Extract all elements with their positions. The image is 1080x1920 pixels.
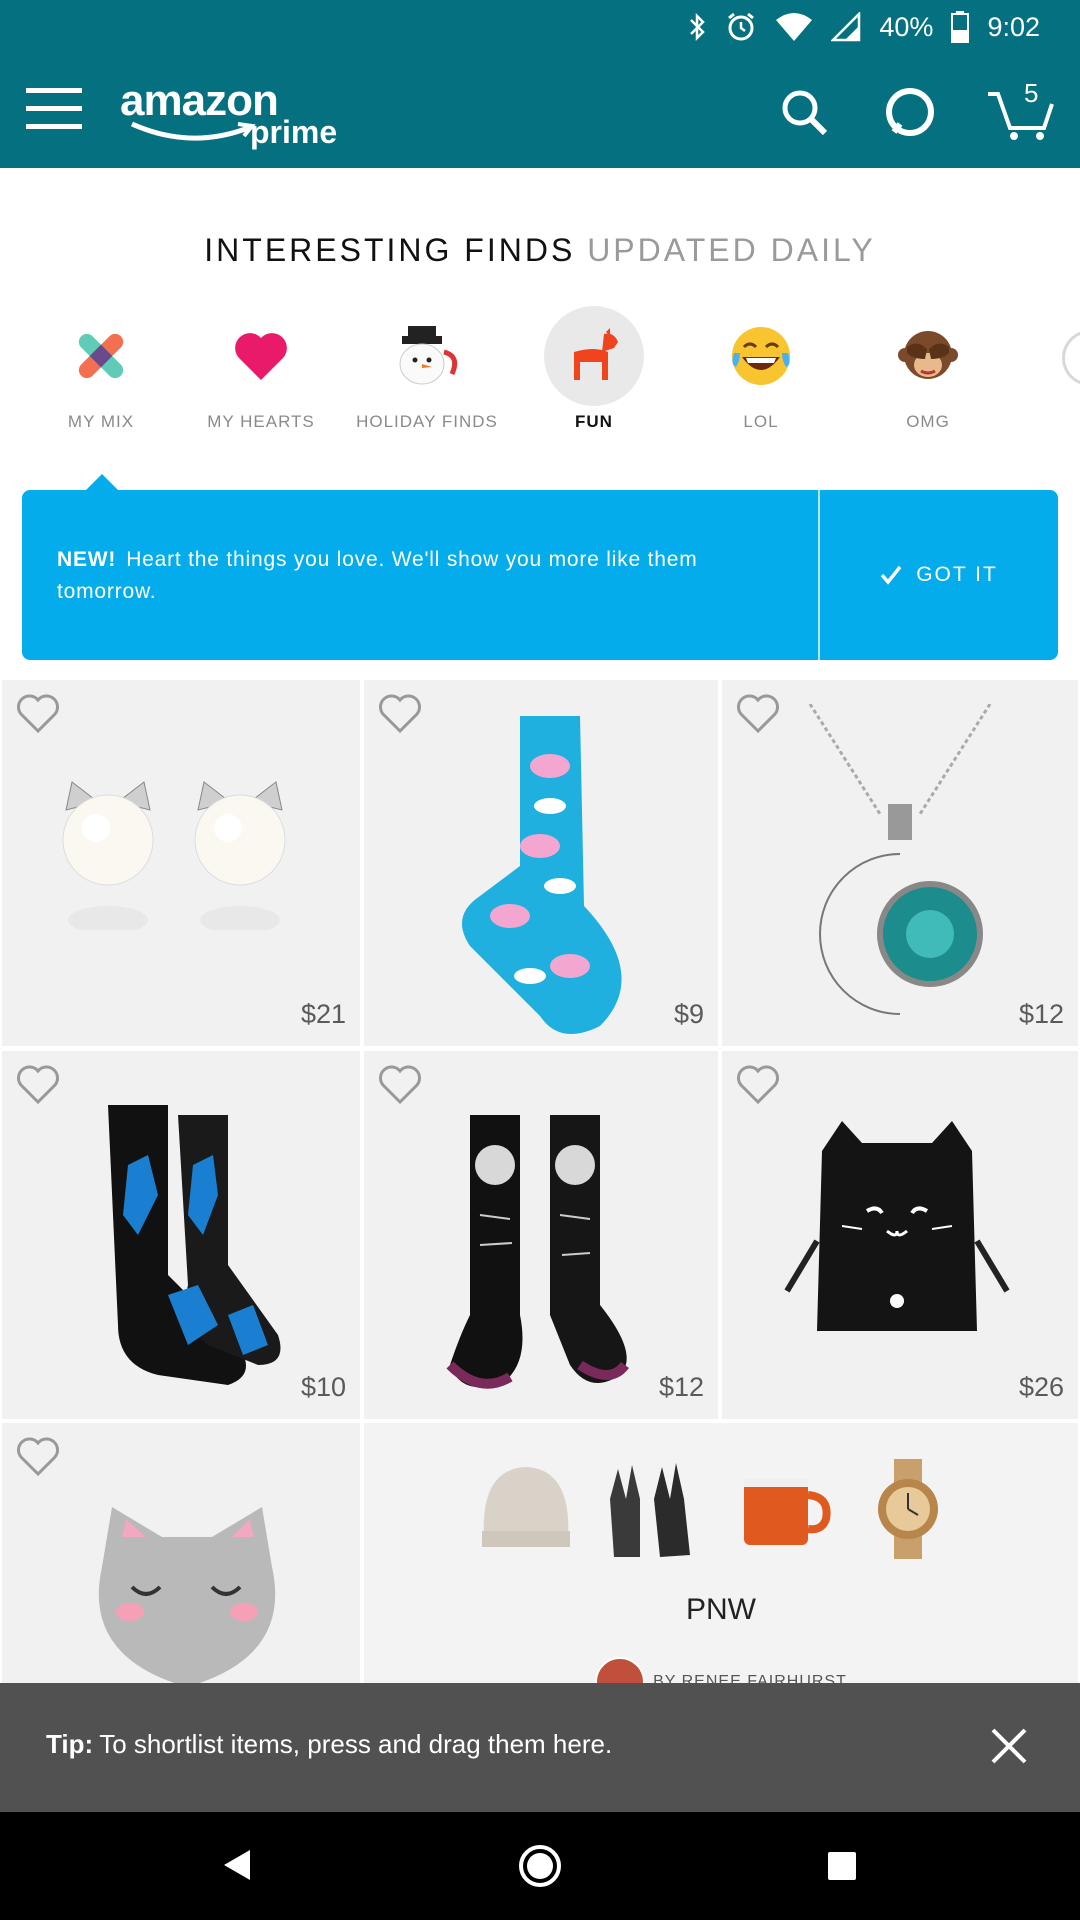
heart-outline-icon[interactable] bbox=[378, 1065, 422, 1105]
new-feature-banner: NEW! Heart the things you love. We'll sho… bbox=[22, 490, 1058, 660]
product-tile-einstein-socks[interactable]: $12 bbox=[364, 1051, 718, 1419]
snowman-mug-icon bbox=[399, 326, 458, 385]
dinosaur-socks-image bbox=[108, 1105, 281, 1385]
product-price: $21 bbox=[300, 999, 346, 1029]
gloves-image bbox=[610, 1463, 690, 1557]
smile-arrow-icon bbox=[130, 121, 256, 141]
alarm-icon bbox=[728, 12, 755, 41]
product-tile-moon-necklace[interactable]: $12 bbox=[722, 680, 1078, 1046]
wifi-icon bbox=[776, 13, 813, 41]
heart-icon bbox=[235, 333, 287, 380]
product-tile-cat-earrings[interactable]: $21 bbox=[2, 680, 360, 1046]
heart-outline-icon[interactable] bbox=[736, 694, 780, 734]
category-lol[interactable]: LOL bbox=[681, 306, 841, 432]
page-title: INTERESTING FINDS UPDATED DAILY bbox=[0, 232, 1080, 269]
product-price: $12 bbox=[658, 1372, 704, 1402]
product-tile-dinosaur-socks[interactable]: $10 bbox=[2, 1051, 360, 1419]
bluetooth-icon bbox=[690, 12, 706, 42]
got-it-label: GOT IT bbox=[916, 563, 998, 586]
system-nav-bar bbox=[0, 1812, 1080, 1920]
collection-title: PNW bbox=[686, 1593, 756, 1626]
cell-signal-icon bbox=[831, 12, 861, 42]
checkmark-icon bbox=[880, 565, 902, 585]
tip-label: Tip: bbox=[46, 1729, 94, 1759]
category-my-hearts[interactable]: MY HEARTS bbox=[181, 306, 341, 432]
collection-tile-pnw[interactable]: PNW BY RENEE FAIRHURST bbox=[364, 1423, 1078, 1683]
see-no-evil-monkey-icon bbox=[898, 331, 958, 379]
category-label: LOL bbox=[743, 412, 779, 431]
heart-outline-icon[interactable] bbox=[16, 1065, 60, 1105]
product-tile-cat-plush[interactable] bbox=[2, 1423, 360, 1683]
mix-icon bbox=[78, 333, 124, 379]
wooden-watch-image bbox=[878, 1459, 938, 1559]
home-icon[interactable] bbox=[518, 1844, 562, 1888]
curator-name: BY RENEE FAIRHURST bbox=[653, 1673, 847, 1683]
laughing-emoji-icon bbox=[732, 327, 790, 385]
banner-new-label: NEW! bbox=[57, 548, 117, 571]
product-price: $26 bbox=[1018, 1372, 1064, 1402]
category-label: FUN bbox=[575, 412, 613, 431]
banner-message: Heart the things you love. We'll show yo… bbox=[57, 548, 698, 603]
heart-outline-icon[interactable] bbox=[16, 694, 60, 734]
camp-mug-image bbox=[744, 1479, 831, 1545]
recent-apps-icon[interactable] bbox=[828, 1852, 856, 1880]
product-tile-cat-backpack[interactable]: $26 bbox=[722, 1051, 1078, 1419]
banner-message-wrap: NEW! Heart the things you love. We'll sho… bbox=[57, 544, 777, 608]
logo-prime: prime bbox=[250, 114, 338, 150]
tip-snackbar: Tip: To shortlist items, press and drag t… bbox=[0, 1683, 1080, 1812]
cart-icon bbox=[988, 92, 1054, 140]
close-icon[interactable] bbox=[990, 1727, 1028, 1765]
battery-percent: 40% bbox=[879, 11, 934, 42]
pig-socks-image bbox=[462, 716, 622, 1034]
amazon-prime-logo[interactable]: amazon prime bbox=[120, 76, 360, 152]
tip-text: Tip: To shortlist items, press and drag t… bbox=[46, 1729, 612, 1760]
banner-pointer bbox=[86, 474, 118, 490]
title-light: UPDATED DAILY bbox=[587, 232, 876, 268]
battery-icon bbox=[951, 11, 970, 43]
heart-outline-icon[interactable] bbox=[736, 1065, 780, 1105]
title-strong: INTERESTING FINDS bbox=[204, 232, 576, 268]
category-label: MY HEARTS bbox=[207, 412, 315, 431]
collection-byline: BY RENEE FAIRHURST bbox=[364, 1657, 1078, 1683]
category-my-mix[interactable]: MY MIX bbox=[21, 306, 181, 432]
status-bar: 40% 9:02 bbox=[0, 0, 1080, 54]
heart-outline-icon[interactable] bbox=[378, 694, 422, 734]
hamburger-menu-icon[interactable] bbox=[26, 84, 82, 134]
cart-button[interactable]: 5 bbox=[986, 78, 1056, 142]
category-label: OMG bbox=[906, 412, 950, 431]
category-label: HOLIDAY FINDS bbox=[356, 412, 498, 431]
category-fun[interactable]: FUN bbox=[514, 306, 674, 432]
product-tile-pig-socks[interactable]: $9 bbox=[364, 680, 718, 1046]
product-price: $9 bbox=[673, 999, 704, 1029]
pony-chair-icon bbox=[574, 328, 618, 380]
heart-outline-icon[interactable] bbox=[16, 1437, 60, 1477]
cat-plush-image bbox=[98, 1507, 276, 1683]
beanie-image bbox=[482, 1467, 570, 1547]
product-price: $10 bbox=[300, 1372, 346, 1402]
got-it-button[interactable]: GOT IT bbox=[820, 490, 1058, 660]
cat-backpack-image bbox=[784, 1121, 1010, 1331]
category-holiday-finds[interactable]: HOLIDAY FINDS bbox=[347, 306, 507, 432]
curator-avatar bbox=[595, 1657, 646, 1683]
back-icon[interactable] bbox=[222, 1848, 252, 1882]
app-header: amazon prime 5 bbox=[0, 54, 1080, 168]
clock: 9:02 bbox=[987, 11, 1040, 42]
cart-count-badge: 5 bbox=[1024, 78, 1039, 108]
tip-message: To shortlist items, press and drag them … bbox=[99, 1729, 613, 1759]
category-next-peek[interactable] bbox=[1062, 330, 1080, 386]
category-omg[interactable]: OMG bbox=[848, 306, 1008, 432]
product-price: $12 bbox=[1018, 999, 1064, 1029]
search-icon[interactable] bbox=[780, 88, 828, 136]
cat-earrings-image bbox=[62, 781, 286, 930]
einstein-socks-image bbox=[446, 1115, 629, 1389]
alexa-icon[interactable] bbox=[884, 86, 936, 138]
category-label: MY MIX bbox=[67, 412, 135, 431]
moon-necklace-image bbox=[808, 704, 992, 1015]
